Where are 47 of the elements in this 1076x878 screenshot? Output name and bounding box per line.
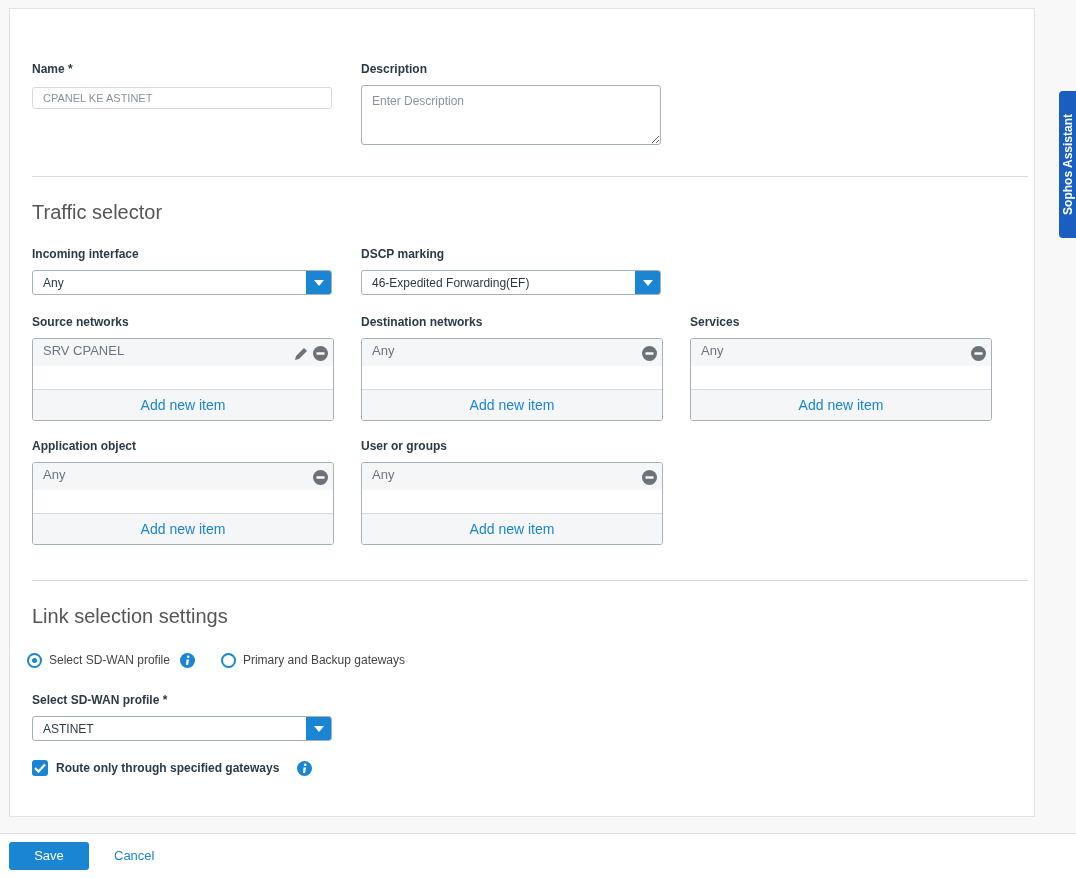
dropdown[interactable]: ASTINET (32, 716, 332, 741)
checkbox[interactable] (32, 760, 48, 776)
dropdown[interactable]: 46-Expedited Forwarding(EF) (361, 270, 661, 295)
add-item-button[interactable]: Add new item (33, 513, 333, 544)
field-label: User or groups (361, 438, 448, 455)
remove-icon[interactable] (971, 346, 986, 361)
assistant-tab[interactable]: Sophos Assistant (1059, 91, 1076, 238)
add-item-button[interactable]: Add new item (33, 389, 333, 420)
field-label: Source networks (32, 314, 130, 331)
info-icon[interactable] (179, 652, 195, 668)
caret-icon (306, 717, 331, 740)
radio-option[interactable]: Primary and Backup gateways (220, 651, 405, 669)
list-item[interactable]: Any (691, 339, 991, 366)
section-title: Traffic selector (32, 200, 164, 225)
caret-icon (635, 271, 660, 294)
field-label: Services (690, 314, 741, 331)
add-item-button[interactable]: Add new item (362, 513, 662, 544)
add-item-button[interactable]: Add new item (691, 389, 991, 420)
section-title: Link selection settings (32, 604, 229, 629)
list-item[interactable]: Any (33, 463, 333, 490)
field-label: Application object (32, 438, 137, 455)
caret-icon (306, 271, 331, 294)
list-item[interactable]: SRV CPANEL (33, 339, 333, 366)
description-field[interactable]: Enter Description (361, 85, 661, 145)
list-item[interactable]: Any (362, 339, 662, 366)
dropdown[interactable]: Any (32, 270, 332, 295)
remove-icon[interactable] (313, 346, 328, 361)
field-label: Destination networks (361, 314, 484, 331)
radio-button[interactable] (27, 652, 42, 668)
info-icon[interactable] (297, 760, 313, 776)
field-label: Select SD-WAN profile * (32, 692, 169, 709)
radio-option[interactable]: Select SD-WAN profile (27, 651, 170, 669)
remove-icon[interactable] (313, 470, 328, 485)
field-label: Name * (32, 61, 74, 78)
radio-button[interactable] (220, 652, 236, 668)
remove-icon[interactable] (642, 470, 657, 485)
cancel-link[interactable]: Cancel (114, 846, 155, 866)
checkbox-label: Route only through specified gateways (56, 760, 280, 777)
field-label: Incoming interface (32, 246, 140, 263)
field-label: DSCP marking (361, 246, 446, 263)
remove-icon[interactable] (642, 346, 657, 361)
field-label: Description (361, 61, 428, 78)
assistant-tab-label: Sophos Assistant (1059, 114, 1076, 215)
add-item-button[interactable]: Add new item (362, 389, 662, 420)
pencil-icon[interactable] (294, 346, 309, 361)
save-button[interactable]: Save (9, 842, 89, 870)
list-item[interactable]: Any (362, 463, 662, 490)
